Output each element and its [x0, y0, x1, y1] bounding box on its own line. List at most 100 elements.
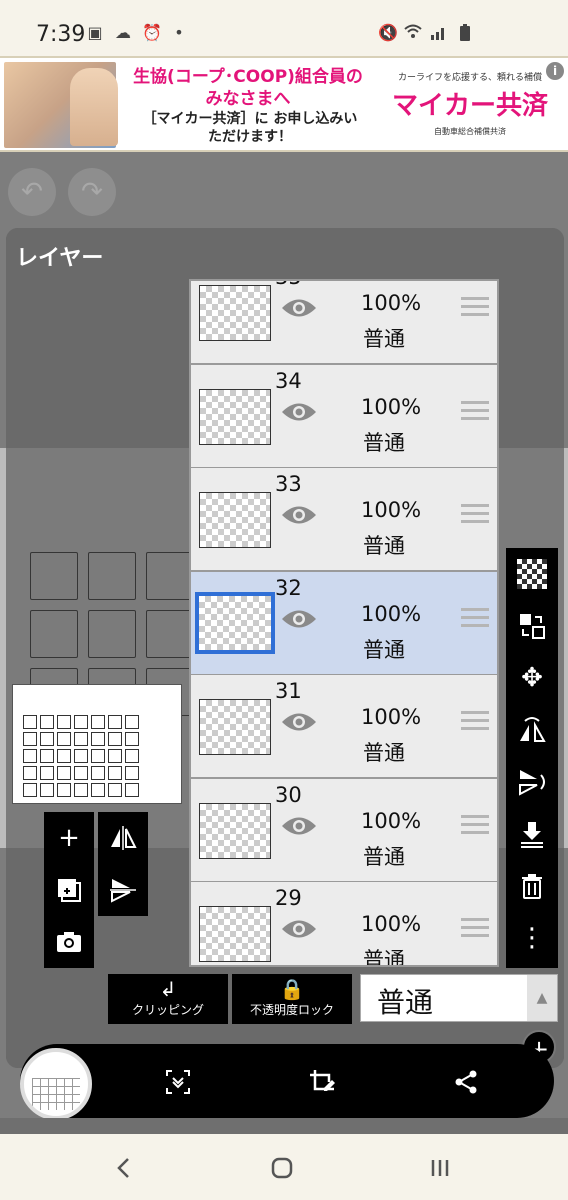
layer-number: 30: [275, 782, 302, 807]
home-button[interactable]: [262, 1148, 302, 1188]
more-vertical-icon: ⋮: [519, 923, 545, 953]
alpha-lock-button[interactable]: 🔒 不透明度ロック: [232, 974, 352, 1024]
visibility-eye-icon[interactable]: [281, 608, 317, 630]
app-bottom-toolbar: [0, 1118, 568, 1134]
ad-banner[interactable]: 生協(コープ･COOP)組合員の みなさまへ ［マイカー共済］に お申し込みいた…: [0, 56, 568, 152]
flip-layer-vertical-icon: [519, 770, 545, 796]
more-options-button[interactable]: ⋮: [506, 912, 558, 964]
canvas-preview[interactable]: [12, 684, 182, 804]
scroll-capture-icon: [166, 1070, 190, 1094]
flip-vertical-icon: [110, 879, 136, 903]
ad-org: 自動車総合補償共済: [434, 127, 506, 136]
lock-icon: 🔒: [279, 977, 305, 1001]
dot-icon: •: [174, 23, 184, 42]
redo-button[interactable]: ↷: [68, 168, 116, 216]
layer-thumbnail[interactable]: [199, 492, 271, 548]
mute-icon: 🔇: [378, 23, 398, 42]
move-icon: ✥: [521, 663, 543, 693]
ad-title: 生協(コープ･COOP)組合員の みなさまへ: [133, 67, 363, 109]
layer-thumbnail[interactable]: [195, 591, 275, 654]
share-icon: [455, 1070, 477, 1094]
layer-blend-mode: 普通: [363, 948, 405, 967]
layer-panel-title: レイヤー: [16, 246, 104, 271]
layer-thumbnail[interactable]: [199, 388, 271, 445]
flip-vertical-button[interactable]: [98, 864, 148, 916]
recents-icon: [431, 1160, 449, 1176]
drag-handle-icon[interactable]: [461, 711, 489, 735]
crop-edit-icon: [310, 1070, 335, 1091]
trash-icon: [522, 874, 542, 899]
drag-handle-icon[interactable]: [461, 504, 489, 528]
layer-number: 33: [275, 472, 302, 496]
status-icons-left: ▣ ☁ ⏰ •: [86, 24, 188, 42]
layer-row[interactable]: 30 100% 普通: [191, 778, 497, 883]
transparency-button[interactable]: [506, 548, 558, 600]
add-layer-button[interactable]: +: [44, 812, 94, 864]
back-icon: [117, 1158, 129, 1178]
clipping-icon: ↲: [159, 977, 177, 1001]
duplicate-layer-icon: [58, 879, 81, 902]
drag-handle-icon[interactable]: [461, 400, 489, 425]
scroll-capture-button[interactable]: [158, 1062, 198, 1102]
visibility-eye-icon[interactable]: [281, 918, 317, 940]
wifi-icon: [404, 24, 422, 42]
layer-row[interactable]: 31 100% 普通: [191, 675, 497, 779]
alpha-lock-label: 不透明度ロック: [249, 1003, 334, 1017]
drag-handle-icon[interactable]: [461, 297, 489, 321]
clipping-button[interactable]: ↲ クリッピング: [108, 974, 228, 1024]
crop-edit-button[interactable]: [302, 1062, 342, 1102]
flip-layer-horizontal-button[interactable]: [506, 704, 558, 756]
flip-horizontal-button[interactable]: [98, 812, 148, 864]
recents-button[interactable]: [420, 1148, 460, 1188]
blend-mode-select[interactable]: 普通 ▲: [360, 974, 558, 1022]
layer-row[interactable]: 29 100% 普通: [191, 882, 497, 967]
layer-blend-mode: 普通: [363, 844, 405, 869]
ad-info-icon[interactable]: i: [546, 62, 564, 80]
layer-thumbnail[interactable]: [199, 285, 271, 341]
layer-row[interactable]: 32 100% 普通: [191, 571, 497, 676]
image-icon: ▣: [87, 23, 103, 42]
camera-button[interactable]: [44, 916, 94, 968]
dropdown-arrow-icon: ▲: [527, 975, 557, 1021]
layer-thumbnail[interactable]: [199, 802, 271, 859]
swap-layer-icon: [520, 614, 545, 639]
visibility-eye-icon[interactable]: [281, 815, 317, 837]
layer-thumbnail[interactable]: [199, 906, 271, 962]
visibility-eye-icon[interactable]: [281, 401, 317, 423]
drag-handle-icon[interactable]: [461, 918, 489, 942]
drag-handle-icon[interactable]: [461, 607, 489, 632]
move-button[interactable]: ✥: [506, 652, 558, 704]
layer-opacity: 100%: [361, 291, 422, 315]
layer-opacity: 100%: [361, 601, 422, 626]
visibility-eye-icon[interactable]: [281, 504, 317, 526]
delete-layer-button[interactable]: [506, 860, 558, 912]
duplicate-layer-button[interactable]: [44, 864, 94, 916]
merge-down-button[interactable]: [506, 808, 558, 860]
layer-row[interactable]: 35 100% 普通: [191, 281, 497, 365]
visibility-eye-icon[interactable]: [281, 711, 317, 733]
layer-opacity: 100%: [361, 705, 422, 729]
drag-handle-icon[interactable]: [461, 814, 489, 839]
signal-icon: [430, 24, 448, 42]
share-button[interactable]: [446, 1062, 486, 1102]
layer-list[interactable]: 35 100% 普通 34 100% 普通 33 100% 普通 32 100% 普通 31 100% 普通…: [189, 279, 499, 967]
layer-blend-mode: 普通: [363, 430, 405, 455]
layer-opacity: 100%: [361, 808, 422, 833]
home-icon: [271, 1157, 293, 1179]
undo-button[interactable]: ↶: [8, 168, 56, 216]
blend-mode-value: 普通: [377, 986, 434, 1019]
screenshot-thumbnail[interactable]: [20, 1048, 92, 1120]
flip-layer-vertical-button[interactable]: [506, 756, 558, 808]
select-transform-button[interactable]: [506, 600, 558, 652]
ad-subtitle: ［マイカー共済］に お申し込みいただけます！: [142, 111, 358, 145]
layer-blend-mode: 普通: [363, 637, 405, 662]
back-button[interactable]: [104, 1148, 144, 1188]
layer-row[interactable]: 33 100% 普通: [191, 468, 497, 572]
layer-number: 31: [275, 679, 302, 703]
layer-opacity: 100%: [361, 394, 422, 419]
battery-icon: [456, 24, 474, 42]
ad-brand-block: カーライフを応援する、頼れる補償 マイカー共済 自動車総合補償共済: [376, 62, 564, 148]
layer-thumbnail[interactable]: [199, 699, 271, 755]
layer-row[interactable]: 34 100% 普通: [191, 364, 497, 469]
visibility-eye-icon[interactable]: [281, 297, 317, 319]
